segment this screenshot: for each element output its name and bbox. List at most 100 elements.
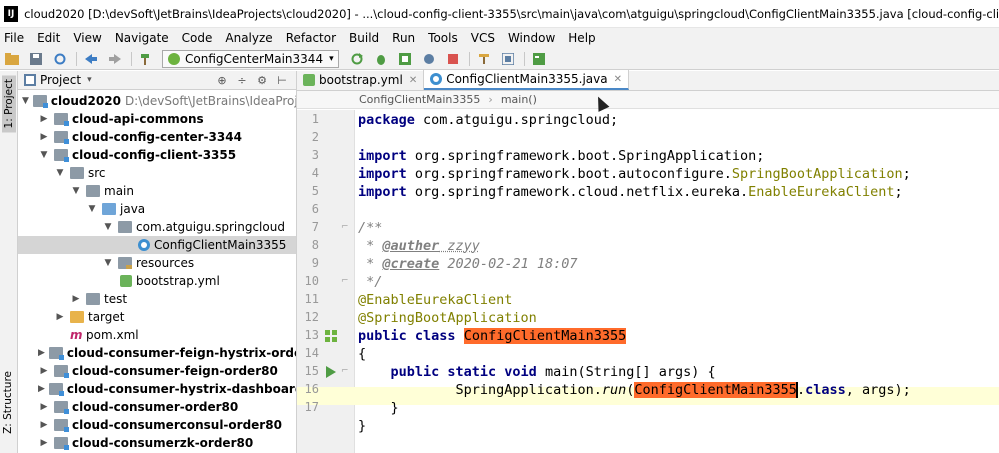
fold-marker-icon[interactable]: ⌐ <box>341 222 351 232</box>
forward-arrow-icon[interactable] <box>107 51 123 67</box>
back-arrow-icon[interactable] <box>83 51 99 67</box>
tree-item-cloud-config-client-3355[interactable]: ▼ cloud-config-client-3355 <box>18 146 296 164</box>
tree-item-label: cloud-consumer-feign-hystrix-order80 <box>66 346 296 360</box>
sync-icon[interactable] <box>52 51 68 67</box>
chevron-down-icon[interactable]: ▼ <box>54 167 66 179</box>
save-all-icon[interactable] <box>28 51 44 67</box>
chevron-down-icon[interactable]: ▼ <box>102 221 114 233</box>
tree-item-bootstrap-yml[interactable]: bootstrap.yml <box>18 272 296 290</box>
project-tool-tab[interactable]: 1: Project <box>2 75 16 133</box>
menu-run[interactable]: Run <box>392 31 415 45</box>
profiler-icon[interactable] <box>421 51 437 67</box>
debug-bug-icon[interactable] <box>373 51 389 67</box>
menu-view[interactable]: View <box>73 31 101 45</box>
chevron-down-icon[interactable]: ▼ <box>86 203 98 215</box>
chevron-right-icon[interactable]: ▶ <box>54 311 66 323</box>
intellij-logo-icon: IJ <box>4 5 19 22</box>
module-folder-icon <box>54 131 69 144</box>
menu-refactor[interactable]: Refactor <box>286 31 336 45</box>
tree-item-target[interactable]: ▶ target <box>18 308 296 326</box>
tree-item-module[interactable]: ▶ cloud-consumer-order80 <box>18 398 296 416</box>
chevron-down-icon[interactable]: ▼ <box>38 149 50 161</box>
run-configuration-selector[interactable]: ConfigCenterMain3344 ▾ <box>162 49 339 68</box>
tree-item-module[interactable]: ▶ cloud-consumerconsul-order80 <box>18 416 296 434</box>
tree-item-module[interactable]: ▶ cloud-consumer-hystrix-dashboard9001 <box>18 380 296 398</box>
toolbar-separator <box>131 51 132 66</box>
chevron-right-icon[interactable]: ▶ <box>38 113 50 125</box>
close-icon[interactable]: ✕ <box>409 75 417 86</box>
spring-config-icon <box>168 52 180 65</box>
tree-item-module[interactable]: ▶ cloud-consumer-feign-hystrix-order80 <box>18 344 296 362</box>
tree-item-cloud2020[interactable]: ▼ cloud2020 D:\devSoft\JetBrains\IdeaPro… <box>18 92 296 110</box>
left-tool-stripe: 1: Project Z: Structure <box>0 71 18 453</box>
tree-item-configclientmain3355[interactable]: ConfigClientMain3355 <box>18 236 296 254</box>
tree-item-package[interactable]: ▼ com.atguigu.springcloud <box>18 218 296 236</box>
spring-bean-gutter-icon[interactable] <box>325 330 337 342</box>
fold-marker-icon[interactable]: ⌐ <box>341 366 351 376</box>
module-folder-icon <box>32 95 48 108</box>
chevron-down-icon[interactable]: ▼ <box>22 95 29 107</box>
line-number: 14 <box>304 346 319 360</box>
gear-icon[interactable]: ⚙ <box>256 74 268 87</box>
yaml-file-icon <box>120 275 132 287</box>
chevron-right-icon[interactable]: ▶ <box>38 419 50 431</box>
menu-build[interactable]: Build <box>349 31 379 45</box>
tree-item-java[interactable]: ▼ java <box>18 200 296 218</box>
menu-window[interactable]: Window <box>508 31 555 45</box>
source-folder-icon <box>102 203 116 215</box>
chevron-right-icon[interactable]: ▶ <box>38 347 45 359</box>
fold-marker-icon[interactable]: ⌐ <box>341 276 351 286</box>
tree-item-label: cloud-config-client-3355 <box>72 148 237 162</box>
chevron-right-icon[interactable]: ▶ <box>70 293 82 305</box>
menu-navigate[interactable]: Navigate <box>115 31 169 45</box>
stop-icon[interactable] <box>445 51 461 67</box>
chevron-down-icon[interactable]: ▼ <box>102 257 114 269</box>
run-arrow-icon[interactable] <box>325 366 337 378</box>
hide-panel-icon[interactable]: ⊢ <box>276 74 288 87</box>
structure-tool-tab[interactable]: Z: Structure <box>2 371 14 434</box>
tree-item-module[interactable]: ▶ cloud-consumer-feign-order80 <box>18 362 296 380</box>
settings-wrench-icon[interactable] <box>476 51 492 67</box>
menu-code[interactable]: Code <box>182 31 213 45</box>
menu-tools[interactable]: Tools <box>428 31 458 45</box>
target-locate-icon[interactable]: ⊕ <box>216 74 228 87</box>
chevron-down-icon[interactable]: ▼ <box>70 185 82 197</box>
close-icon[interactable]: ✕ <box>614 74 622 85</box>
chevron-right-icon[interactable]: ▶ <box>38 401 50 413</box>
line-number: 11 <box>304 292 319 306</box>
project-panel-title[interactable]: Project <box>40 73 81 87</box>
menu-edit[interactable]: Edit <box>37 31 60 45</box>
chevron-down-icon[interactable]: ▾ <box>87 75 92 85</box>
terminal-icon[interactable] <box>531 51 547 67</box>
breadcrumb-method[interactable]: main() <box>501 93 537 106</box>
menu-vcs[interactable]: VCS <box>471 31 495 45</box>
tree-item-main[interactable]: ▼ main <box>18 182 296 200</box>
build-hammer-icon[interactable] <box>138 51 154 67</box>
project-structure-icon[interactable] <box>500 51 516 67</box>
rerun-icon[interactable] <box>349 51 365 67</box>
chevron-right-icon[interactable]: ▶ <box>38 365 50 377</box>
tree-item-cloud-config-center-3344[interactable]: ▶ cloud-config-center-3344 <box>18 128 296 146</box>
tree-item-module[interactable]: ▶ cloud-consumerzk-order80 <box>18 434 296 452</box>
chevron-right-icon[interactable]: ▶ <box>38 383 45 395</box>
chevron-right-icon[interactable]: ▶ <box>38 437 50 449</box>
tree-item-label: resources <box>136 256 195 270</box>
chevron-right-icon[interactable]: ▶ <box>38 131 50 143</box>
menu-file[interactable]: File <box>4 31 24 45</box>
menu-help[interactable]: Help <box>568 31 595 45</box>
coverage-icon[interactable] <box>397 51 413 67</box>
tab-bootstrap-yml[interactable]: bootstrap.yml ✕ <box>297 70 425 90</box>
tree-item-test[interactable]: ▶ test <box>18 290 296 308</box>
breadcrumb-separator-icon: › <box>488 93 493 106</box>
tree-item-src[interactable]: ▼ src <box>18 164 296 182</box>
tab-configclientmain3355-java[interactable]: ConfigClientMain3355.java ✕ <box>424 70 629 90</box>
tree-item-pom-xml[interactable]: m pom.xml <box>18 326 296 344</box>
menu-analyze[interactable]: Analyze <box>225 31 272 45</box>
open-folder-icon[interactable] <box>4 51 20 67</box>
code-editor[interactable]: package com.atguigu.springcloud; import … <box>355 110 999 453</box>
tree-item-cloud-api-commons[interactable]: ▶ cloud-api-commons <box>18 110 296 128</box>
tree-item-resources[interactable]: ▼ resources <box>18 254 296 272</box>
collapse-all-icon[interactable]: ÷ <box>236 74 248 87</box>
tree-item-path: D:\devSoft\JetBrains\IdeaProjects\clou <box>124 94 296 108</box>
breadcrumb-class[interactable]: ConfigClientMain3355 <box>359 93 480 106</box>
